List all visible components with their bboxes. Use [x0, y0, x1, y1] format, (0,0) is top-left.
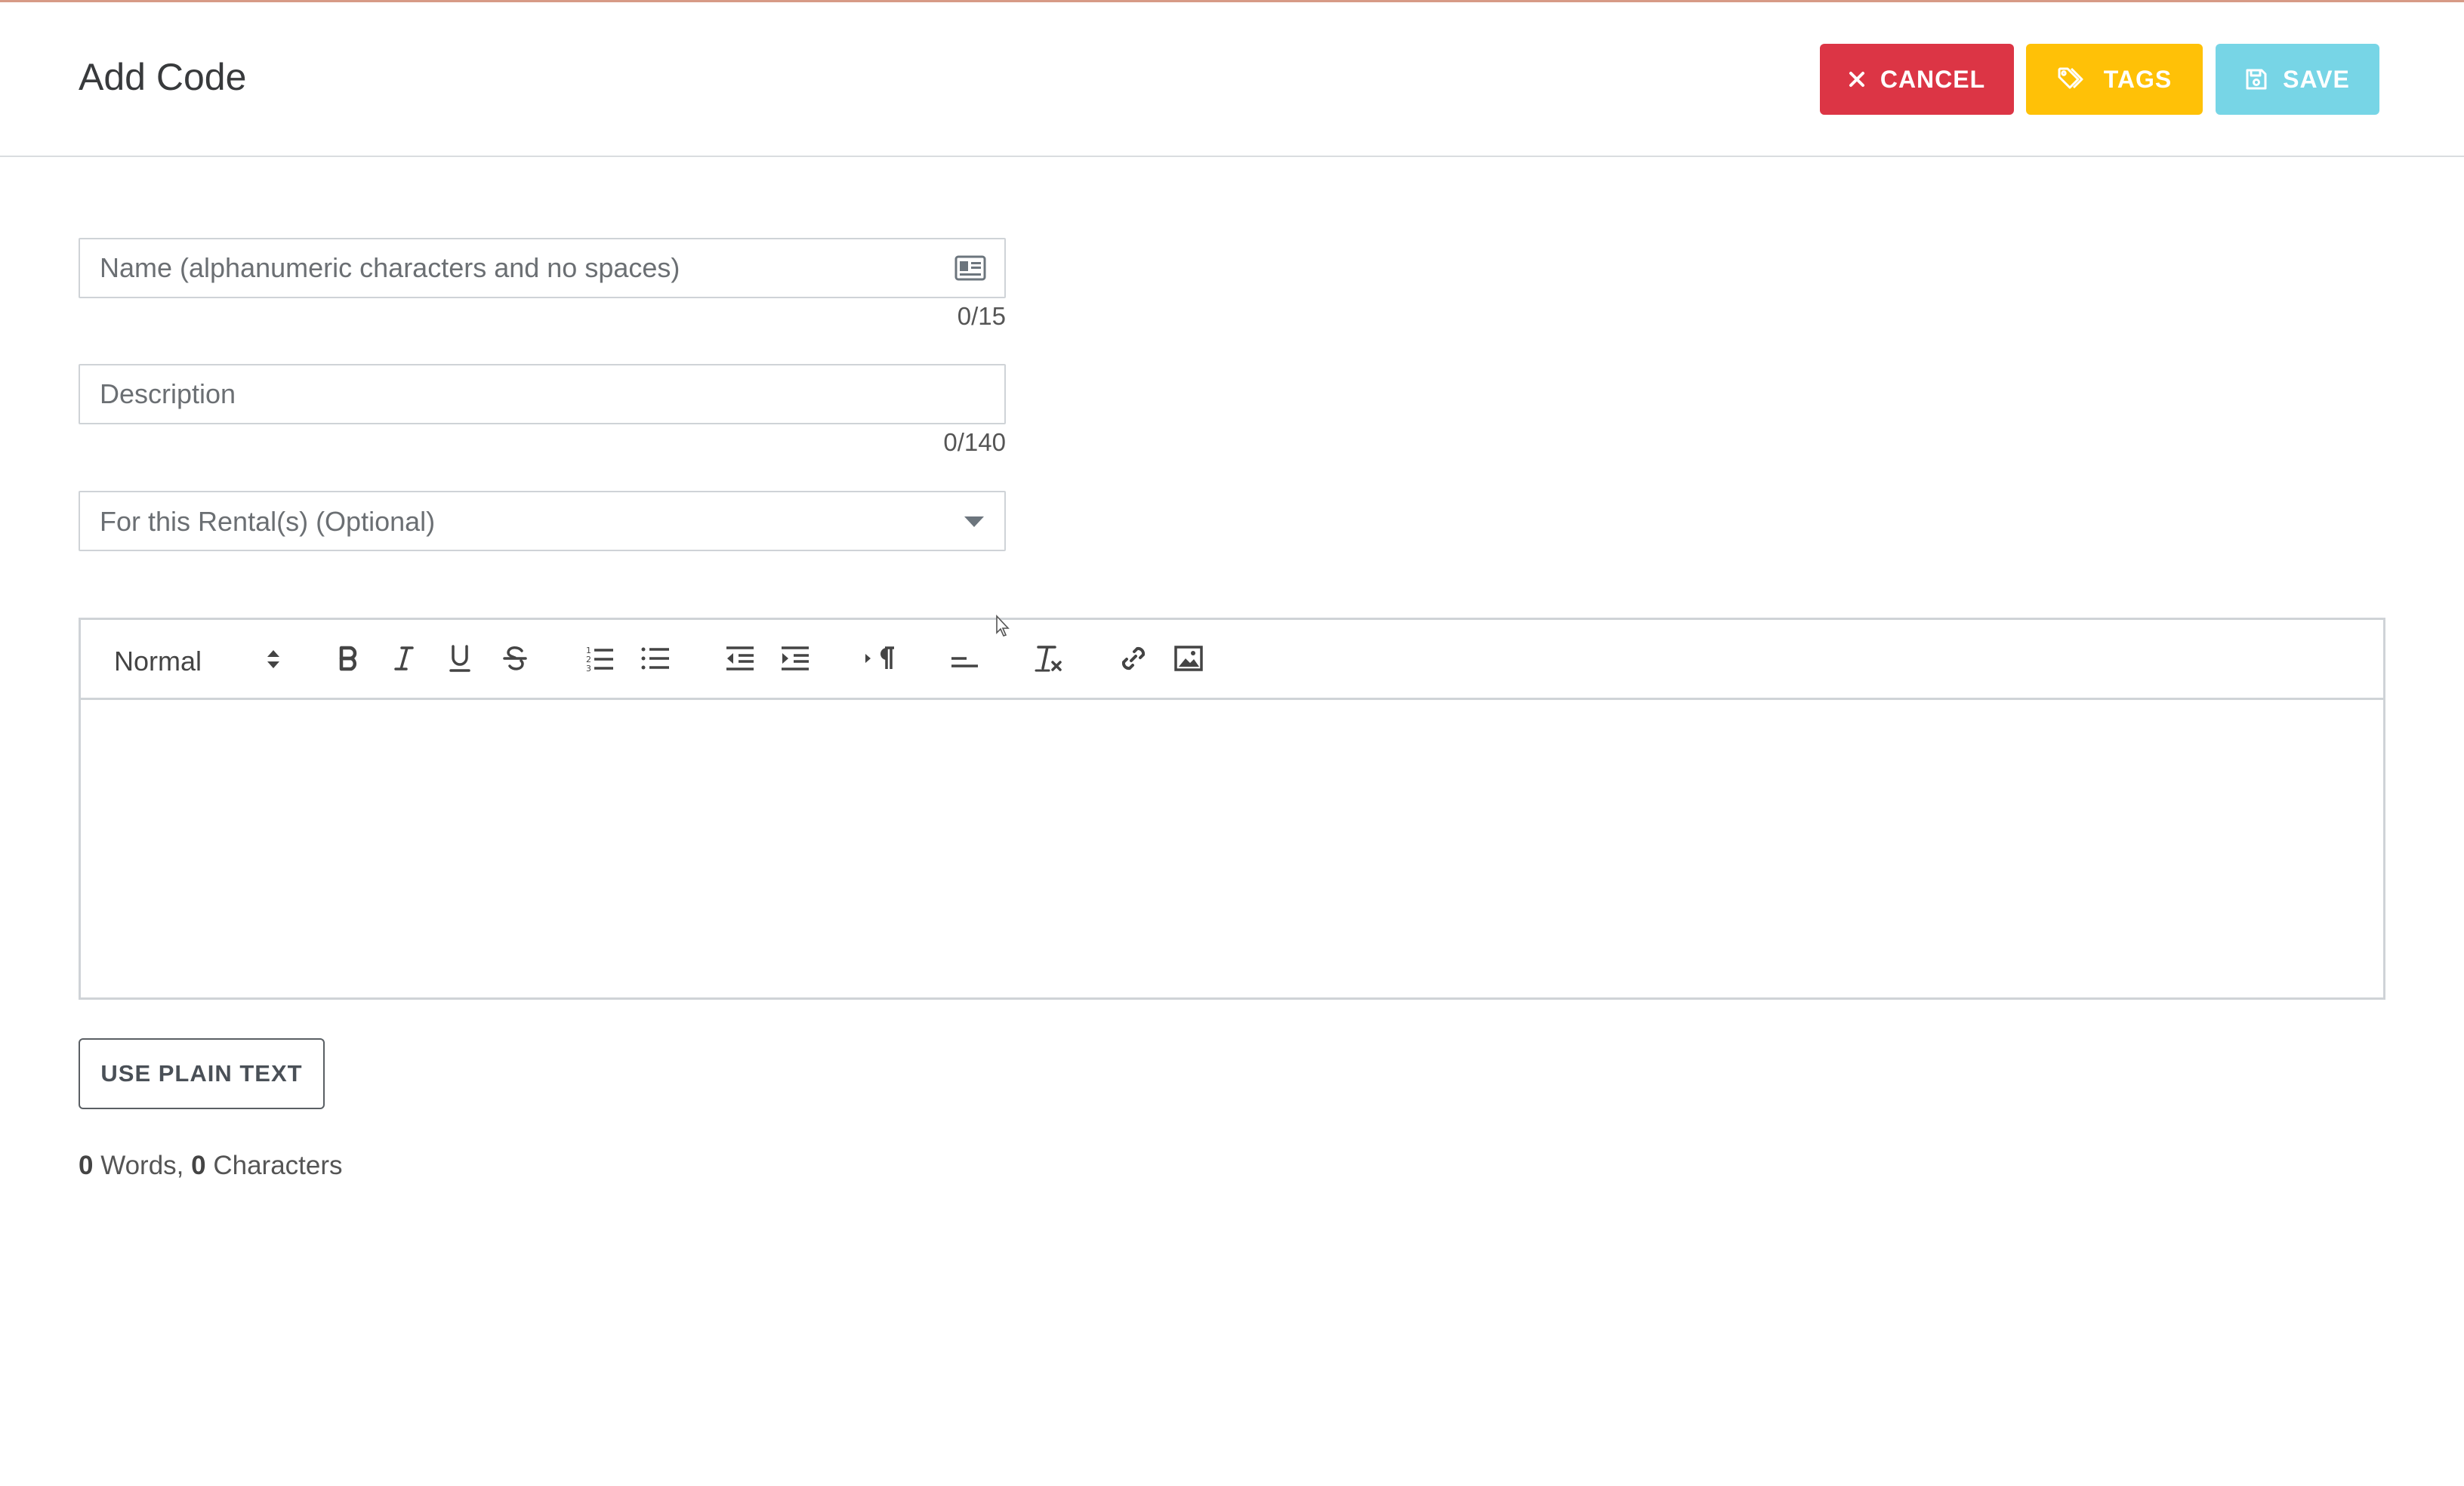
bold-icon	[338, 646, 360, 675]
editor-content-area[interactable]	[81, 700, 2383, 997]
words-label: Words,	[93, 1151, 192, 1180]
outdent-icon	[725, 646, 755, 675]
page-title: Add Code	[79, 56, 247, 98]
strikethrough-icon	[502, 645, 528, 676]
word-count: 0	[79, 1151, 94, 1180]
cancel-button-label: CANCEL	[1880, 65, 1986, 93]
bullet-list-icon	[641, 646, 670, 675]
up-down-arrows-icon	[265, 646, 282, 677]
chevron-down-icon	[964, 516, 985, 532]
description-input[interactable]	[80, 365, 1004, 423]
mouse-pointer-icon	[995, 614, 1012, 641]
id-card-icon	[954, 254, 986, 285]
rich-text-editor: Normal 1 2 3	[79, 618, 2385, 1000]
outdent-button[interactable]	[721, 641, 759, 679]
save-button-label: SAVE	[2283, 65, 2350, 93]
editor-toolbar: Normal 1 2 3	[81, 620, 2383, 700]
italic-button[interactable]	[385, 641, 423, 679]
image-button[interactable]	[1170, 641, 1207, 679]
bullet-list-button[interactable]	[637, 641, 674, 679]
svg-text:3: 3	[586, 664, 591, 672]
image-icon	[1174, 645, 1203, 675]
description-field[interactable]	[79, 364, 1006, 424]
save-button[interactable]: SAVE	[2216, 44, 2379, 115]
text-direction-icon	[864, 645, 896, 676]
tags-button-label: TAGS	[2103, 65, 2173, 93]
name-char-counter: 0/15	[957, 302, 1006, 330]
close-icon	[1849, 71, 1865, 88]
link-icon	[1118, 643, 1149, 677]
bold-button[interactable]	[330, 641, 368, 679]
format-select-value: Normal	[114, 646, 202, 677]
indent-icon	[780, 646, 810, 675]
ordered-list-button[interactable]: 1 2 3	[581, 641, 618, 679]
align-button[interactable]	[945, 641, 983, 679]
character-count: 0	[191, 1151, 206, 1180]
use-plain-text-button[interactable]: USE PLAIN TEXT	[79, 1038, 325, 1109]
underline-icon	[449, 644, 471, 677]
cancel-button[interactable]: CANCEL	[1820, 44, 2014, 115]
format-select[interactable]: Normal	[114, 641, 295, 679]
underline-button[interactable]	[441, 641, 479, 679]
clear-format-icon	[1034, 644, 1064, 677]
strikethrough-button[interactable]	[496, 641, 534, 679]
clear-format-button[interactable]	[1030, 641, 1068, 679]
word-character-count: 0 Words, 0 Characters	[79, 1151, 343, 1181]
floppy-disk-icon	[2245, 68, 2268, 91]
name-input[interactable]	[80, 239, 1004, 297]
indent-button[interactable]	[776, 641, 814, 679]
link-button[interactable]	[1115, 641, 1152, 679]
rental-select-placeholder: For this Rental(s) (Optional)	[100, 506, 436, 537]
tag-icon	[2057, 66, 2089, 92]
align-left-icon	[950, 643, 979, 677]
page-header: Add Code CANCEL TAGS SAVE	[0, 2, 2464, 157]
ordered-list-icon: 1 2 3	[585, 645, 614, 676]
characters-label: Characters	[205, 1151, 343, 1180]
rental-select[interactable]: For this Rental(s) (Optional)	[79, 491, 1006, 551]
tags-button[interactable]: TAGS	[2026, 44, 2203, 115]
text-direction-button[interactable]	[861, 641, 899, 679]
name-field[interactable]	[79, 238, 1006, 298]
description-char-counter: 0/140	[943, 428, 1006, 456]
italic-icon	[393, 646, 415, 675]
